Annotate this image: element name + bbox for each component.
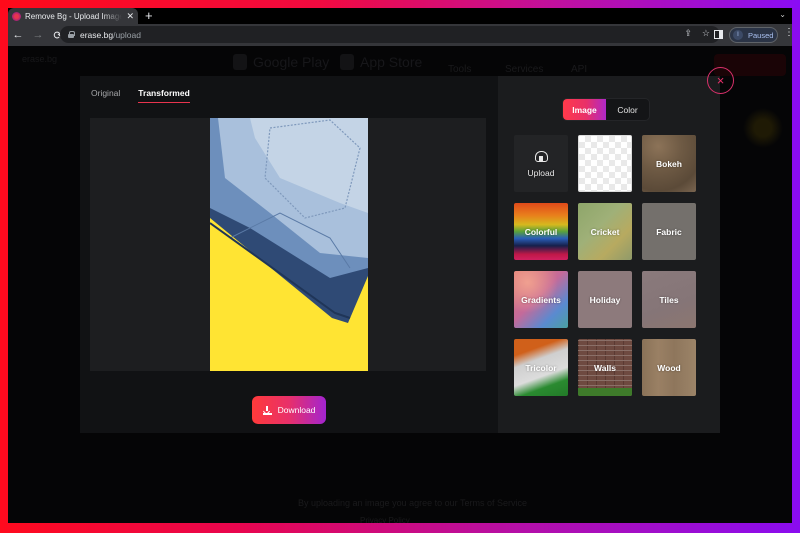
gradients-background-tile[interactable]: Gradients: [514, 271, 568, 328]
browser-tab[interactable]: Remove Bg - Upload Images to Remove Back…: [8, 8, 138, 24]
tricolor-background-tile[interactable]: Tricolor: [514, 339, 568, 396]
tile-label: Gradients: [521, 294, 561, 305]
app-store-label: App Store: [360, 54, 423, 70]
wood-background-tile[interactable]: Wood: [642, 339, 696, 396]
result-image: [210, 118, 368, 371]
new-tab-button[interactable]: +: [145, 8, 153, 24]
tile-label: Colorful: [524, 226, 558, 237]
google-play-badge: Google Play: [233, 54, 329, 70]
preview-canvas: [90, 118, 486, 371]
tile-label: Bokeh: [656, 158, 682, 169]
footer-notice: By uploading an image you agree to our T…: [298, 498, 527, 508]
side-panel-icon[interactable]: [714, 30, 723, 39]
decorative-glow: [743, 108, 783, 148]
background-editor-modal: Original Transformed Download Image Colo…: [80, 76, 720, 433]
background-mode-toggle: Image Color: [562, 98, 650, 121]
mode-color-button[interactable]: Color: [606, 99, 649, 120]
background-grid: Upload Bokeh Colorful Cricket Fabric Gra…: [514, 135, 696, 396]
holiday-background-tile[interactable]: Holiday: [578, 271, 632, 328]
fabric-background-tile[interactable]: Fabric: [642, 203, 696, 260]
transparent-background-tile[interactable]: [578, 135, 632, 192]
tile-label: Fabric: [656, 226, 682, 237]
app-store-badge: App Store: [340, 54, 422, 70]
profile-button[interactable]: I Paused: [729, 27, 778, 43]
download-icon: [262, 405, 272, 415]
tab-transformed[interactable]: Transformed: [138, 88, 190, 103]
tab-original[interactable]: Original: [91, 88, 120, 103]
address-bar[interactable]: erase.bg/upload ⇪ ☆: [60, 26, 720, 43]
url-path: /upload: [113, 29, 141, 40]
tile-label: Tiles: [659, 294, 679, 305]
share-icon[interactable]: ⇪: [684, 28, 692, 39]
nav-item: API: [571, 64, 588, 75]
download-button[interactable]: Download: [252, 396, 326, 424]
profile-status: Paused: [748, 30, 774, 40]
mode-image-button[interactable]: Image: [563, 99, 606, 120]
download-label: Download: [277, 405, 316, 415]
browser-toolbar: ← → ⟳ erase.bg/upload ⇪ ☆ I Paused ⋮: [8, 24, 792, 46]
nav-item: Tools: [448, 64, 472, 75]
profile-avatar: I: [733, 30, 743, 40]
lock-icon[interactable]: [68, 31, 75, 38]
site-logo: erase.bg: [22, 54, 58, 64]
forward-button[interactable]: →: [28, 29, 48, 41]
colorful-background-tile[interactable]: Colorful: [514, 203, 568, 260]
bokeh-background-tile[interactable]: Bokeh: [642, 135, 696, 192]
chevron-down-icon[interactable]: ⌄: [779, 10, 786, 19]
tile-label: Walls: [594, 362, 616, 373]
tile-label: Cricket: [590, 226, 620, 237]
preview-tabs: Original Transformed: [91, 88, 190, 103]
kebab-menu-icon[interactable]: ⋮: [784, 28, 792, 38]
tile-label: Upload: [527, 167, 555, 178]
gradient-frame-top: [0, 0, 800, 8]
upload-background-tile[interactable]: Upload: [514, 135, 568, 192]
bookmark-star-icon[interactable]: ☆: [702, 28, 710, 39]
footer-link: Privacy Policy: [360, 516, 410, 523]
close-modal-button[interactable]: ×: [707, 67, 734, 94]
cloud-upload-icon: [533, 150, 549, 162]
google-play-icon: [233, 54, 247, 70]
tiles-background-tile[interactable]: Tiles: [642, 271, 696, 328]
url-text[interactable]: erase.bg/upload: [80, 30, 141, 40]
erase-bg-favicon-icon: [12, 11, 21, 21]
background-picker-pane: Image Color Upload Bokeh Colorful Cricke…: [498, 76, 720, 433]
tab-title: Remove Bg - Upload Images to Remove Back…: [25, 11, 123, 21]
back-button[interactable]: ←: [8, 29, 28, 41]
tile-label: Tricolor: [525, 362, 557, 373]
google-play-label: Google Play: [253, 54, 330, 70]
preview-pane: Original Transformed Download: [80, 76, 498, 433]
cricket-background-tile[interactable]: Cricket: [578, 203, 632, 260]
omnibox-actions: ⇪ ☆: [684, 28, 710, 39]
tile-label: Holiday: [589, 294, 621, 305]
jeans-image: [210, 118, 368, 323]
tab-strip: Remove Bg - Upload Images to Remove Back…: [8, 8, 792, 24]
tile-label: Wood: [657, 362, 681, 373]
tab-close-icon[interactable]: ✕: [126, 11, 134, 21]
nav-item: Services: [505, 64, 544, 75]
apple-icon: [340, 54, 354, 70]
walls-background-tile[interactable]: Walls: [578, 339, 632, 396]
url-domain: erase.bg: [80, 29, 114, 40]
browser-window: Remove Bg - Upload Images to Remove Back…: [8, 8, 792, 523]
